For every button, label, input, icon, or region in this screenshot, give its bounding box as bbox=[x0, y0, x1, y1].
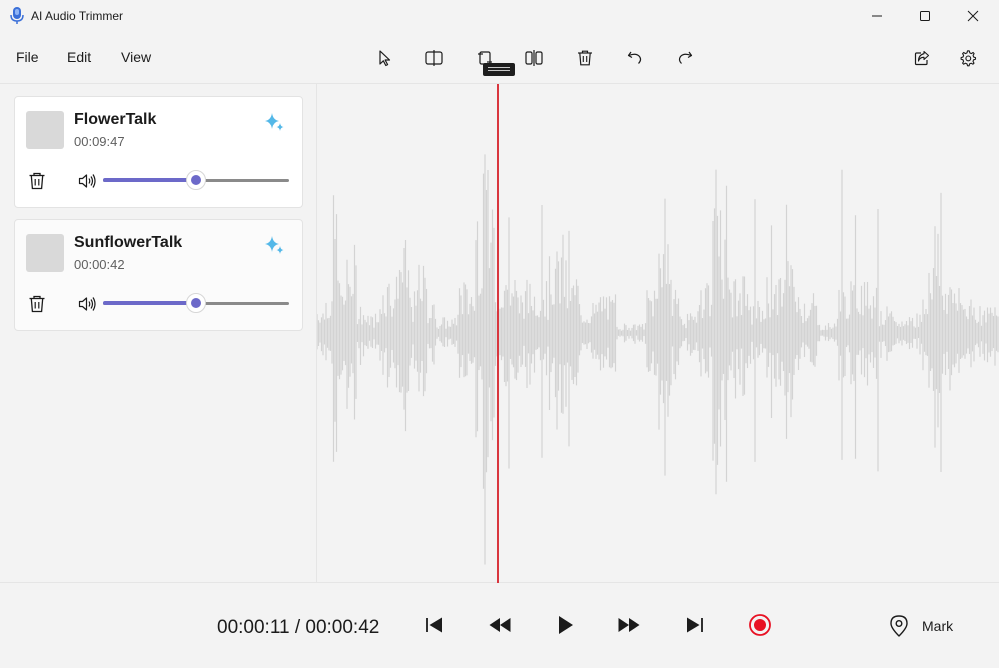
split-icon bbox=[425, 50, 443, 66]
delete-track-icon[interactable] bbox=[27, 171, 47, 191]
close-icon bbox=[967, 10, 979, 22]
gear-icon bbox=[960, 50, 977, 67]
delete-track-icon[interactable] bbox=[27, 294, 47, 314]
record-icon bbox=[749, 614, 771, 636]
waveform bbox=[317, 154, 999, 565]
trim-tooltip bbox=[483, 63, 515, 76]
volume-slider[interactable] bbox=[103, 167, 289, 193]
volume-slider-thumb[interactable] bbox=[186, 293, 206, 313]
split-columns-button[interactable] bbox=[520, 45, 548, 71]
waveform-canvas[interactable] bbox=[317, 84, 999, 582]
playhead[interactable] bbox=[497, 84, 499, 583]
volume-icon[interactable] bbox=[77, 294, 97, 314]
track-thumbnail bbox=[26, 111, 64, 149]
track-card[interactable]: SunflowerTalk 00:00:42 bbox=[14, 219, 303, 331]
transport-bar: 00:00:11 / 00:00:42 Mark bbox=[0, 583, 999, 668]
select-pointer-icon bbox=[379, 50, 391, 67]
volume-slider-thumb[interactable] bbox=[186, 170, 206, 190]
delete-icon bbox=[578, 50, 592, 66]
microphone-icon bbox=[10, 7, 24, 24]
delete-tool-button[interactable] bbox=[571, 45, 599, 71]
menu-view[interactable]: View bbox=[121, 49, 151, 65]
menu-file[interactable]: File bbox=[16, 49, 39, 65]
rewind-button[interactable] bbox=[485, 612, 515, 638]
settings-button[interactable] bbox=[954, 45, 982, 71]
menu-bar: File Edit View bbox=[0, 32, 999, 84]
title-bar: AI Audio Trimmer bbox=[0, 0, 999, 32]
volume-slider[interactable] bbox=[103, 290, 289, 316]
fast-forward-icon bbox=[618, 618, 640, 632]
minimize-button[interactable] bbox=[853, 0, 901, 32]
split-tool-button[interactable] bbox=[420, 45, 448, 71]
play-icon bbox=[559, 616, 573, 634]
select-tool-button[interactable] bbox=[370, 45, 398, 71]
close-button[interactable] bbox=[949, 0, 997, 32]
minimize-icon bbox=[872, 15, 882, 17]
ai-sparkle-icon[interactable] bbox=[263, 234, 285, 256]
redo-button[interactable] bbox=[671, 45, 699, 71]
volume-slider-fill bbox=[103, 178, 188, 182]
rewind-icon bbox=[489, 618, 511, 632]
mark-button[interactable]: Mark bbox=[888, 613, 953, 639]
redo-icon bbox=[678, 51, 693, 64]
volume-slider-fill bbox=[103, 301, 188, 305]
share-icon bbox=[914, 50, 930, 66]
skip-to-start-icon bbox=[426, 617, 442, 633]
skip-to-end-icon bbox=[687, 617, 703, 633]
skip-to-start-button[interactable] bbox=[419, 612, 449, 638]
maximize-icon bbox=[920, 11, 930, 21]
time-readout: 00:00:11 / 00:00:42 bbox=[217, 617, 380, 638]
window-title: AI Audio Trimmer bbox=[31, 9, 124, 23]
share-button[interactable] bbox=[908, 45, 936, 71]
skip-to-end-button[interactable] bbox=[680, 612, 710, 638]
track-card[interactable]: FlowerTalk 00:09:47 bbox=[14, 96, 303, 208]
undo-button[interactable] bbox=[621, 45, 649, 71]
record-button[interactable] bbox=[745, 612, 775, 638]
mark-label: Mark bbox=[922, 618, 954, 634]
play-button[interactable] bbox=[550, 612, 580, 638]
split-columns-icon bbox=[525, 50, 543, 66]
ai-sparkle-icon[interactable] bbox=[263, 111, 285, 133]
maximize-button[interactable] bbox=[901, 0, 949, 32]
track-thumbnail bbox=[26, 234, 64, 272]
track-name: FlowerTalk bbox=[74, 111, 157, 128]
track-name: SunflowerTalk bbox=[74, 234, 183, 251]
track-duration: 00:00:42 bbox=[74, 257, 125, 272]
menu-edit[interactable]: Edit bbox=[67, 49, 91, 65]
undo-icon bbox=[627, 51, 642, 64]
location-pin-icon bbox=[890, 615, 908, 637]
track-duration: 00:09:47 bbox=[74, 134, 125, 149]
fast-forward-button[interactable] bbox=[614, 612, 644, 638]
volume-icon[interactable] bbox=[77, 171, 97, 191]
